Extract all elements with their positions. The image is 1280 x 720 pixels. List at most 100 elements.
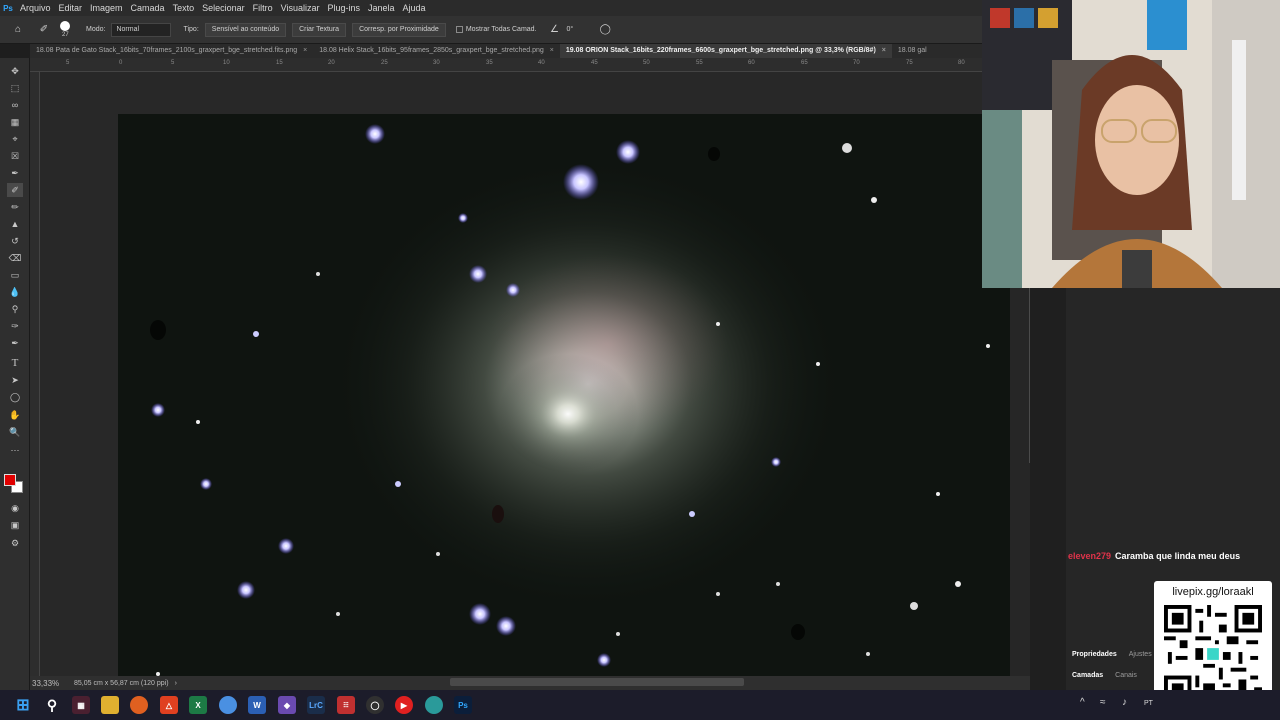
mode-select[interactable]: Normal: [111, 22, 172, 37]
eraser-tool-icon[interactable]: ⌫: [7, 251, 23, 265]
healing-brush-tool-icon[interactable]: ✐: [7, 183, 23, 197]
tab-galaxy[interactable]: 18.08 gal: [892, 44, 933, 58]
webcam-overlay: [982, 0, 1280, 288]
word-icon[interactable]: W: [248, 696, 266, 714]
status-chevron-icon[interactable]: ›: [175, 680, 177, 687]
browser-icon[interactable]: [425, 696, 443, 714]
properties-panel-tabs: Propriedades Ajustes: [1066, 648, 1156, 662]
quick-mask-icon[interactable]: ◉: [7, 501, 23, 515]
checkbox-box: [455, 26, 463, 33]
blur-tool-icon[interactable]: 💧: [7, 285, 23, 299]
proximity-match-button[interactable]: Corresp. por Proximidade: [352, 22, 446, 37]
menu-filtro[interactable]: Filtro: [249, 3, 277, 13]
create-texture-button[interactable]: Criar Textura: [292, 22, 347, 37]
vertical-scrollbar[interactable]: [1010, 288, 1030, 676]
brave-icon[interactable]: △: [160, 696, 178, 714]
ruler-tick: 25: [381, 60, 388, 66]
more-tools-icon[interactable]: ⋯: [7, 443, 23, 457]
tab-label: 19.08 ORION Stack_16bits_220frames_6600s…: [565, 47, 876, 54]
tab-channels[interactable]: Canais: [1109, 669, 1143, 683]
menu-plugins[interactable]: Plug-ins: [323, 3, 364, 13]
obs-icon[interactable]: ◯: [366, 696, 384, 714]
dashboard-app-icon[interactable]: ▦: [72, 696, 90, 714]
zoom-level[interactable]: 33,33%: [32, 679, 68, 688]
tab-label: 18.08 Pata de Gato Stack_16bits_70frames…: [36, 47, 298, 54]
tab-helix[interactable]: 18.08 Helix Stack_16bits_95frames_2850s_…: [313, 44, 560, 58]
home-icon[interactable]: ⌂: [10, 22, 26, 38]
menu-visualizar[interactable]: Visualizar: [277, 3, 324, 13]
excel-icon[interactable]: X: [189, 696, 207, 714]
ruler-tick: 80: [958, 60, 965, 66]
menu-imagem[interactable]: Imagem: [86, 3, 127, 13]
menu-arquivo[interactable]: Arquivo: [16, 3, 55, 13]
menu-camada[interactable]: Camada: [127, 3, 169, 13]
tray-chevron-icon[interactable]: ^: [1080, 697, 1085, 708]
dodge-tool-icon[interactable]: ⚲: [7, 302, 23, 316]
edit-toolbar-icon[interactable]: ⚙: [7, 536, 23, 550]
menu-editar[interactable]: Editar: [55, 3, 87, 13]
healing-brush-icon[interactable]: ✐: [36, 22, 52, 38]
lightroom-classic-icon[interactable]: LrC: [307, 696, 325, 714]
history-brush-tool-icon[interactable]: ↺: [7, 234, 23, 248]
calendar-icon[interactable]: ☷: [337, 696, 355, 714]
move-tool-icon[interactable]: ✥: [7, 64, 23, 78]
screen-mode-icon[interactable]: ▣: [7, 518, 23, 532]
tab-orion[interactable]: 19.08 ORION Stack_16bits_220frames_6600s…: [559, 44, 892, 58]
tab-layers[interactable]: Camadas: [1066, 669, 1109, 683]
zoom-tool-icon[interactable]: 🔍: [7, 425, 23, 439]
photoshop-taskbar-icon[interactable]: Ps: [454, 696, 472, 714]
horizontal-scrollbar-thumb[interactable]: [450, 678, 744, 686]
pressure-icon[interactable]: ◯: [597, 22, 613, 38]
orion-nebula-image[interactable]: [118, 114, 1010, 676]
close-icon[interactable]: ×: [550, 44, 554, 58]
tools-panel: ✥ ⬚ ∞ ▦ ⌖ ☒ ✒ ✐ ✏ ▲ ↺ ⌫ ▭ 💧 ⚲ ✑ ✒ T ➤ ◯ …: [0, 58, 30, 690]
menu-texto[interactable]: Texto: [169, 3, 199, 13]
object-select-tool-icon[interactable]: ▦: [7, 115, 23, 129]
ruler-tick: 70: [853, 60, 860, 66]
tab-pata-de-gato[interactable]: 18.08 Pata de Gato Stack_16bits_70frames…: [30, 44, 313, 58]
close-icon[interactable]: ×: [882, 44, 886, 58]
angle-value[interactable]: 0°: [567, 26, 574, 33]
frame-tool-icon[interactable]: ☒: [7, 149, 23, 163]
obsidian-icon[interactable]: ◆: [278, 696, 296, 714]
search-icon[interactable]: ⚲: [43, 696, 61, 714]
close-icon[interactable]: ×: [303, 44, 307, 58]
tab-label: 18.08 Helix Stack_16bits_95frames_2850s_…: [319, 47, 544, 54]
hand-tool-icon[interactable]: ✋: [7, 408, 23, 422]
tab-adjustments[interactable]: Ajustes: [1123, 648, 1158, 662]
menu-ajuda[interactable]: Ajuda: [399, 3, 430, 13]
clone-stamp-tool-icon[interactable]: ▲: [7, 217, 23, 231]
eyedropper-tool-icon[interactable]: ✒: [7, 166, 23, 180]
type-label: Tipo:: [183, 26, 199, 33]
options-bar: ⌂ ✐ 27 Modo: Normal Tipo: Sensível ao co…: [0, 16, 982, 44]
pen-tool-icon[interactable]: ✒: [7, 336, 23, 350]
menu-selecionar[interactable]: Selecionar: [198, 3, 249, 13]
lasso-tool-icon[interactable]: ∞: [7, 98, 23, 112]
tab-label: 18.08 gal: [897, 47, 927, 54]
brush-tool-icon[interactable]: ✏: [7, 200, 23, 214]
gradient-tool-icon[interactable]: ▭: [7, 268, 23, 282]
wifi-icon[interactable]: ≈: [1100, 697, 1106, 708]
sample-all-layers-checkbox[interactable]: Mostrar Todas Camad.: [455, 26, 537, 33]
start-icon[interactable]: ⊞: [14, 696, 32, 714]
chrome-icon[interactable]: [219, 696, 237, 714]
language-indicator[interactable]: PT: [1144, 700, 1153, 707]
firefox-icon[interactable]: [130, 696, 148, 714]
microphone-icon[interactable]: ♪: [1122, 697, 1127, 708]
foreground-color-swatch[interactable]: [4, 474, 16, 486]
crop-tool-icon[interactable]: ⌖: [7, 132, 23, 146]
pen-tool-icon[interactable]: ✑: [7, 319, 23, 333]
tab-properties[interactable]: Propriedades: [1066, 648, 1123, 662]
youtube-icon[interactable]: ▶: [395, 696, 413, 714]
type-tool-icon[interactable]: T: [7, 356, 23, 370]
path-selection-tool-icon[interactable]: ➤: [7, 373, 23, 387]
shape-tool-icon[interactable]: ◯: [7, 390, 23, 404]
menu-janela[interactable]: Janela: [364, 3, 399, 13]
file-explorer-icon[interactable]: [101, 696, 119, 714]
canvas-area[interactable]: [40, 72, 1010, 676]
menu-bar: Ps Arquivo Editar Imagem Camada Texto Se…: [0, 0, 982, 16]
marquee-tool-icon[interactable]: ⬚: [7, 81, 23, 95]
vertical-ruler: [30, 72, 40, 676]
brush-preset-picker[interactable]: 27: [58, 20, 78, 40]
content-aware-button[interactable]: Sensível ao conteúdo: [204, 22, 287, 37]
